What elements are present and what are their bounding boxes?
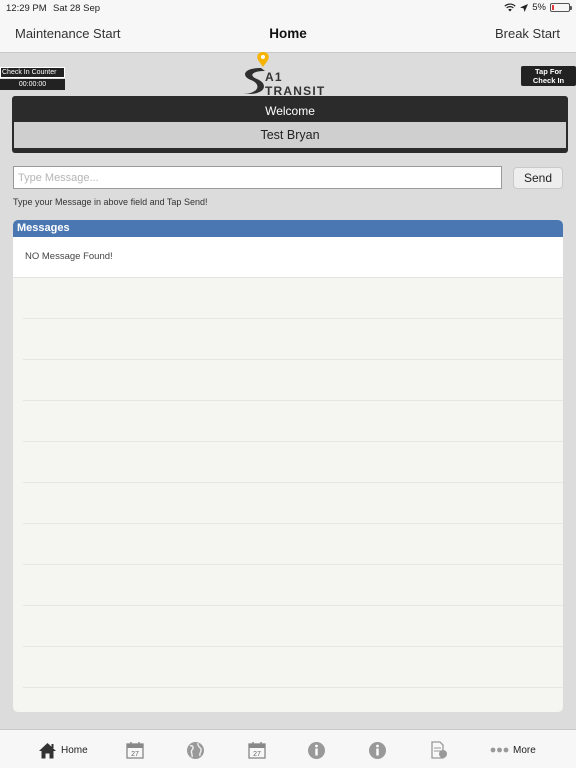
tab-document[interactable] [430,739,448,761]
status-indicators: 5% [504,2,572,13]
list-item [23,360,563,401]
message-hint: Type your Message in above field and Tap… [13,197,208,207]
welcome-card: Welcome Test Bryan [12,96,568,153]
tap-for-check-in-button[interactable]: Tap For Check In [521,66,576,86]
status-date: Sat 28 Sep [53,3,101,14]
tap-checkin-line1: Tap For [535,67,562,76]
tab-bar: Home 27 27 More [0,729,576,768]
status-bar: 12:29 PM Sat 28 Sep 5% [0,0,576,16]
logo-brand-text: A1 TRANSIT [265,70,326,98]
tab-info-1[interactable] [307,739,326,761]
tap-checkin-line2: Check In [532,76,565,85]
empty-message-text: NO Message Found! [25,251,113,262]
list-item [23,483,563,524]
tab-globe[interactable] [186,739,205,761]
tab-more-label: More [513,744,536,756]
calendar-icon: 27 [126,742,144,759]
messages-panel[interactable]: Messages NO Message Found! [13,220,563,712]
location-arrow-icon [520,3,529,12]
status-time: 12:29 PM [6,3,47,14]
a1-transit-logo: A1 TRANSIT [237,52,347,98]
tab-info-2[interactable] [368,739,387,761]
check-in-counter: Check In Counter 00:00:00 [0,67,65,90]
list-item [23,278,563,319]
list-item [23,647,563,688]
info-icon [369,741,386,759]
messages-header: Messages [13,220,563,237]
list-item [23,442,563,483]
tab-home-label: Home [61,744,88,756]
page-title: Home [269,26,307,41]
check-in-counter-label: Check In Counter [0,67,65,78]
document-icon [431,741,447,759]
list-item [23,606,563,647]
calendar-day: 27 [131,751,139,758]
globe-icon [187,741,204,759]
list-item [23,319,563,360]
calendar-day: 27 [253,751,261,758]
calendar-icon: 27 [248,742,266,759]
battery-icon [550,3,572,12]
more-icon [490,747,509,753]
message-input[interactable] [13,166,502,189]
list-item [23,524,563,565]
send-button[interactable]: Send [513,167,563,189]
tab-home[interactable]: Home [38,739,88,761]
tab-more[interactable]: More [490,739,536,761]
battery-percent: 5% [532,2,546,13]
tab-calendar-2[interactable]: 27 [248,739,266,761]
tab-calendar-1[interactable]: 27 [126,739,144,761]
empty-message-row: NO Message Found! [13,237,563,278]
info-icon [308,741,325,759]
welcome-title: Welcome [265,104,315,118]
list-item [23,401,563,442]
wifi-icon [504,3,516,12]
list-item [23,565,563,606]
user-name: Test Bryan [14,122,566,148]
nav-bar: Maintenance Start Home Break Start [0,16,576,53]
check-in-counter-value: 00:00:00 [0,79,65,90]
break-start-button[interactable]: Break Start [495,26,560,41]
home-icon [39,742,56,758]
